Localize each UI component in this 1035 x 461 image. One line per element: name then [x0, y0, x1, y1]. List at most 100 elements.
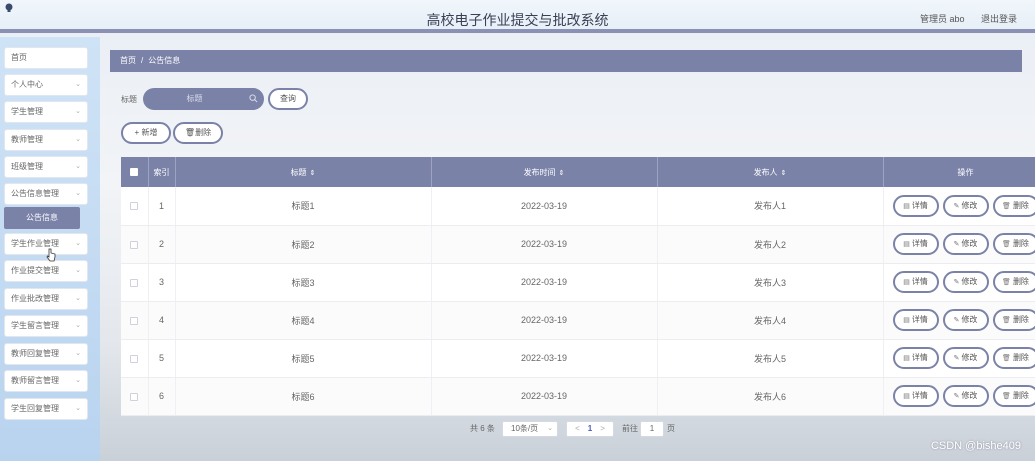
detail-button[interactable]: ▤ 详情 [892, 347, 939, 369]
col-date[interactable]: 发布时间 ⇕ [431, 157, 658, 187]
chevron-down-icon: ⌄ [75, 377, 81, 384]
row-title: 标题3 [175, 263, 432, 302]
user-name: 管理员 abo [919, 14, 965, 24]
detail-button[interactable]: ▤ 详情 [892, 271, 939, 293]
row-title: 标题1 [175, 187, 432, 226]
sidebar-item[interactable]: 学生回复管理 ⌄ [4, 398, 88, 420]
delete-button[interactable]: 🗑 删除 [992, 347, 1035, 369]
page-nav[interactable]: <1 > [566, 421, 614, 437]
row-checkbox[interactable] [130, 392, 139, 401]
edit-icon: ✎ [953, 317, 960, 324]
goto-page-input[interactable]: 1 [640, 421, 664, 437]
search-input[interactable]: 标题 [143, 88, 264, 110]
batch-delete-button[interactable]: 🗑删除 [173, 122, 223, 144]
table-row: 4 标题4 2022-03-19 发布人4 ▤ 详情 ✎ 修改 🗑 删除 [121, 301, 1035, 340]
delete-button[interactable]: 🗑 删除 [992, 385, 1035, 407]
delete-button[interactable]: 🗑 删除 [992, 194, 1035, 217]
row-checkbox[interactable] [130, 354, 139, 363]
sidebar-item[interactable]: 个人中心 ⌄ [4, 74, 88, 96]
sidebar-item[interactable]: 教师留言管理 ⌄ [4, 370, 88, 392]
row-title: 标题6 [175, 377, 432, 416]
page-size-select[interactable]: 10条/页 ⌄ [502, 421, 558, 437]
row-index: 1 [148, 187, 176, 226]
row-select-cell[interactable] [121, 301, 149, 340]
prev-page-button[interactable]: < [575, 424, 580, 433]
add-button[interactable]: + 新增 [121, 122, 171, 144]
current-page[interactable]: 1 [588, 424, 592, 433]
col-title[interactable]: 标题 ⇕ [175, 157, 432, 187]
sidebar-item[interactable]: 教师回复管理 ⌄ [4, 343, 88, 365]
row-checkbox[interactable] [130, 316, 139, 325]
sidebar-item[interactable]: 首页 [4, 47, 88, 69]
sidebar-item[interactable]: 作业提交管理 ⌄ [4, 260, 88, 282]
table-row: 2 标题2 2022-03-19 发布人2 ▤ 详情 ✎ 修改 🗑 删除 [121, 225, 1035, 264]
sidebar-item-label: 作业批改管理 [11, 294, 59, 303]
detail-button[interactable]: ▤ 详情 [892, 309, 939, 331]
detail-button[interactable]: ▤ 详情 [892, 233, 939, 255]
table-row: 6 标题6 2022-03-19 发布人6 ▤ 详情 ✎ 修改 🗑 删除 [121, 377, 1035, 416]
col-index: 索引 [148, 157, 176, 187]
row-publisher: 发布人3 [657, 263, 884, 302]
trash-icon: 🗑 [1002, 202, 1011, 210]
detail-icon: ▤ [903, 202, 910, 210]
sidebar-item[interactable]: 班级管理 ⌄ [4, 156, 88, 178]
row-index: 5 [148, 339, 176, 378]
query-button[interactable]: 查询 [268, 88, 308, 110]
sidebar-item[interactable]: 教师管理 ⌄ [4, 129, 88, 151]
row-select-cell[interactable] [121, 187, 149, 226]
table-header-row: 索引 标题 ⇕ 发布时间 ⇕ 发布人 ⇕ 操作 [121, 157, 1035, 187]
row-checkbox[interactable] [130, 202, 139, 211]
edit-button[interactable]: ✎ 修改 [942, 271, 989, 293]
row-date: 2022-03-19 [431, 225, 658, 264]
row-publisher: 发布人6 [657, 377, 884, 416]
row-select-cell[interactable] [121, 339, 149, 378]
row-checkbox[interactable] [130, 278, 139, 287]
breadcrumb: 首页 / 公告信息 [110, 50, 1022, 72]
system-title: 高校电子作业提交与批改系统 [426, 12, 609, 28]
edit-button[interactable]: ✎ 修改 [942, 347, 989, 369]
row-title: 标题4 [175, 301, 432, 340]
edit-button[interactable]: ✎ 修改 [942, 194, 989, 217]
chevron-down-icon: ⌄ [75, 108, 81, 115]
select-all-checkbox[interactable] [130, 168, 139, 177]
sort-icon[interactable]: ⇕ [781, 170, 787, 177]
sort-icon[interactable]: ⇕ [559, 170, 565, 177]
delete-button[interactable]: 🗑 删除 [992, 309, 1035, 331]
sidebar-item-label: 学生回复管理 [11, 404, 59, 413]
row-select-cell[interactable] [121, 377, 149, 416]
sidebar-item-label: 公告信息管理 [11, 189, 59, 198]
breadcrumb-home[interactable]: 首页 [120, 56, 136, 65]
row-actions: ▤ 详情 ✎ 修改 🗑 删除 [883, 339, 1035, 378]
select-all-cell[interactable] [121, 157, 149, 187]
edit-button[interactable]: ✎ 修改 [942, 309, 989, 331]
edit-button[interactable]: ✎ 修改 [942, 385, 989, 407]
sidebar-item[interactable]: 学生留言管理 ⌄ [4, 315, 88, 337]
next-page-button[interactable]: > [600, 424, 605, 433]
sidebar-item[interactable]: 公告信息管理 ⌄ [4, 183, 88, 205]
sidebar-item-label: 教师管理 [11, 135, 43, 144]
chevron-down-icon: ⌄ [75, 136, 81, 143]
sidebar-subitem-notice[interactable]: 公告信息 [4, 207, 80, 229]
detail-button[interactable]: ▤ 详情 [892, 194, 939, 217]
sidebar-item[interactable]: 作业批改管理 ⌄ [4, 288, 88, 310]
row-checkbox[interactable] [130, 240, 139, 249]
cursor-icon [46, 248, 56, 262]
row-index: 4 [148, 301, 176, 340]
row-select-cell[interactable] [121, 225, 149, 264]
row-actions: ▤ 详情 ✎ 修改 🗑 删除 [883, 301, 1035, 340]
sidebar-item[interactable]: 学生管理 ⌄ [4, 101, 88, 123]
delete-button[interactable]: 🗑 删除 [992, 233, 1035, 255]
chevron-down-icon: ⌄ [75, 350, 81, 357]
trash-icon: 🗑 [1002, 355, 1011, 362]
edit-button[interactable]: ✎ 修改 [942, 233, 989, 255]
edit-icon: ✎ [953, 393, 960, 400]
chevron-down-icon: ⌄ [75, 163, 81, 170]
sidebar-item-label: 学生管理 [11, 107, 43, 116]
logout-link[interactable]: 退出登录 [981, 14, 1017, 24]
col-publisher[interactable]: 发布人 ⇕ [657, 157, 884, 187]
sort-icon[interactable]: ⇕ [310, 170, 316, 177]
row-select-cell[interactable] [121, 263, 149, 302]
delete-button[interactable]: 🗑 删除 [992, 271, 1035, 293]
detail-button[interactable]: ▤ 详情 [892, 385, 939, 407]
row-date: 2022-03-19 [431, 263, 658, 302]
